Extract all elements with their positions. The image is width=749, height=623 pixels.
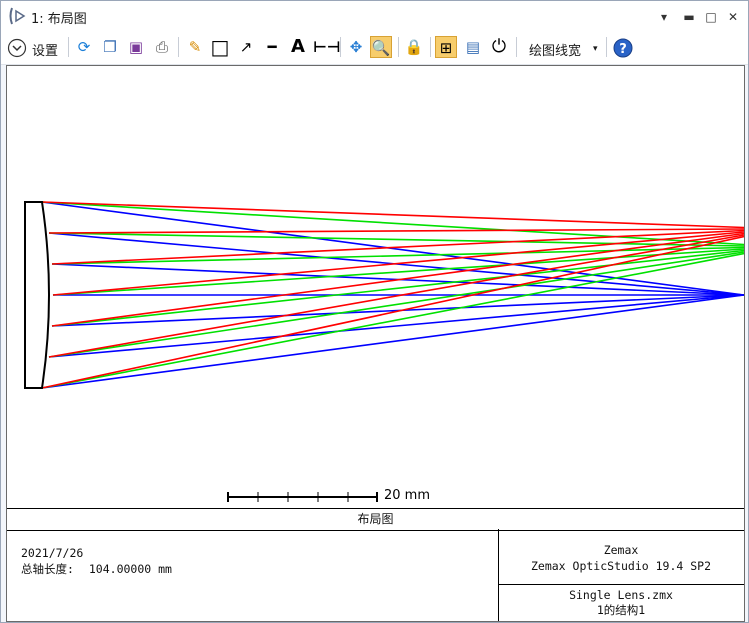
- company-name: Zemax: [603, 543, 639, 557]
- zoom-icon[interactable]: 🔍: [370, 36, 392, 58]
- toolbar-separator: [398, 37, 399, 57]
- ray-line: [41, 252, 744, 389]
- axis-length-value: 104.00000 mm: [88, 562, 172, 576]
- scale-bar-label: 20 mm: [384, 488, 431, 503]
- lens-app-icon: [9, 7, 26, 25]
- toolbar-separator: [516, 37, 517, 57]
- line-icon[interactable]: ━: [261, 36, 283, 58]
- fit-icon[interactable]: ⊞: [435, 36, 457, 58]
- chevron-down-icon[interactable]: [7, 38, 27, 58]
- ray-line: [48, 234, 744, 358]
- lock-icon[interactable]: 🔒: [403, 36, 425, 58]
- toolbar-separator: [430, 37, 431, 57]
- toolbar-separator: [340, 37, 341, 57]
- toolbar-separator: [606, 37, 607, 57]
- dimension-icon[interactable]: ⊢⊣: [313, 36, 340, 58]
- dropdown-icon[interactable]: ▾: [655, 8, 673, 26]
- pencil-icon[interactable]: ✎: [184, 36, 206, 58]
- arrow-icon[interactable]: ↗: [235, 36, 257, 58]
- toolbar-separator: [178, 37, 179, 57]
- svg-text:?: ?: [619, 42, 627, 57]
- save-icon[interactable]: ▣: [125, 36, 147, 58]
- lens-element: [24, 201, 50, 389]
- copy-icon[interactable]: ❐: [99, 36, 121, 58]
- maximize-icon[interactable]: □: [702, 8, 720, 26]
- refresh-icon[interactable]: ⟳: [73, 36, 95, 58]
- pan-icon[interactable]: ✥: [345, 36, 367, 58]
- info-divider: [498, 584, 744, 585]
- plot-date: 2021/7/26: [21, 546, 84, 560]
- product-name: Zemax OpticStudio 19.4 SP2: [530, 559, 711, 573]
- toolbar-separator: [68, 37, 69, 57]
- title-bar: 1: 布局图 ▾ ▬ □ ✕: [1, 1, 748, 32]
- file-name: Single Lens.zmx: [569, 588, 673, 602]
- layout-plot[interactable]: 20 mm 布局图 2021/7/26 总轴长度: 104.00000 mm Z…: [6, 65, 745, 622]
- line-width-dropdown[interactable]: 绘图线宽: [529, 40, 581, 59]
- axis-length-label: 总轴长度:: [21, 562, 74, 576]
- settings-button[interactable]: 设置: [32, 40, 58, 59]
- config-label: 1的结构1: [596, 603, 646, 617]
- rotate-icon[interactable]: ⏻: [488, 36, 510, 58]
- help-icon[interactable]: ?: [613, 38, 633, 58]
- close-icon[interactable]: ✕: [724, 8, 742, 26]
- rectangle-icon[interactable]: □: [209, 36, 231, 58]
- axis-length-row: 总轴长度: 104.00000 mm: [21, 561, 172, 577]
- layout-window: 1: 布局图 ▾ ▬ □ ✕ 设置 ⟳ ❐ ▣ ⎙ ✎ □ ↗ ━ A ⊢⊣ ✥…: [0, 0, 749, 623]
- plot-footer-title: 布局图: [7, 508, 744, 531]
- ray-diagram: [24, 201, 744, 502]
- text-icon[interactable]: A: [287, 36, 309, 58]
- window-icon[interactable]: ▤: [462, 36, 484, 58]
- print-icon[interactable]: ⎙: [151, 36, 173, 58]
- window-title: 1: 布局图: [31, 12, 87, 27]
- toolbar: 设置 ⟳ ❐ ▣ ⎙ ✎ □ ↗ ━ A ⊢⊣ ✥ 🔍 🔒 ⊞ ▤ ⏻ 绘图线宽…: [1, 32, 748, 65]
- ray-line: [48, 228, 744, 234]
- minimize-icon[interactable]: ▬: [680, 8, 698, 26]
- chevron-down-icon[interactable]: ▾: [593, 44, 598, 54]
